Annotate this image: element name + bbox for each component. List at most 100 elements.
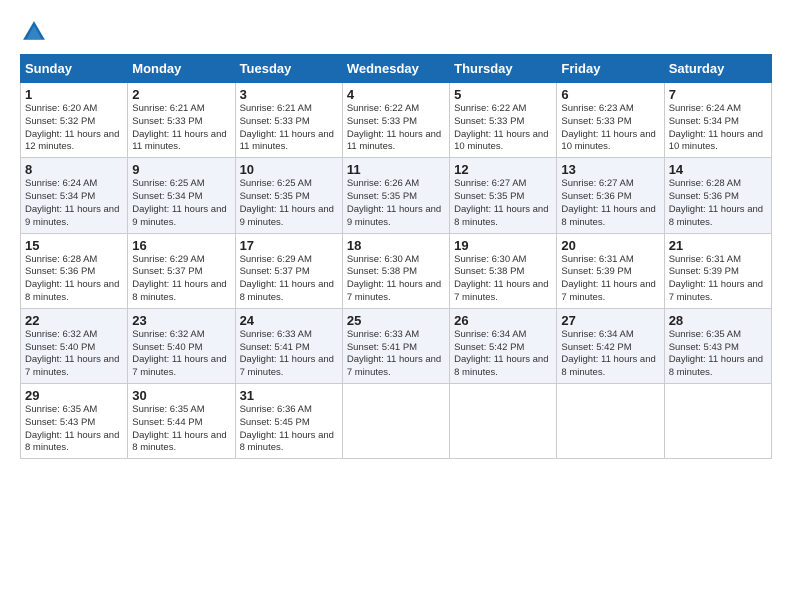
day-info: Sunrise: 6:22 AM Sunset: 5:33 PM Dayligh… [454, 103, 552, 154]
page: SundayMondayTuesdayWednesdayThursdayFrid… [0, 0, 792, 612]
header-friday: Friday [557, 55, 664, 83]
day-info: Sunrise: 6:33 AM Sunset: 5:41 PM Dayligh… [240, 329, 338, 380]
day-number: 28 [669, 313, 767, 328]
header-wednesday: Wednesday [342, 55, 449, 83]
day-cell: 15 Sunrise: 6:28 AM Sunset: 5:36 PM Dayl… [21, 233, 128, 308]
day-info: Sunrise: 6:21 AM Sunset: 5:33 PM Dayligh… [240, 103, 338, 154]
day-cell: 5 Sunrise: 6:22 AM Sunset: 5:33 PM Dayli… [450, 83, 557, 158]
week-row-4: 22 Sunrise: 6:32 AM Sunset: 5:40 PM Dayl… [21, 308, 772, 383]
day-cell: 3 Sunrise: 6:21 AM Sunset: 5:33 PM Dayli… [235, 83, 342, 158]
day-info: Sunrise: 6:34 AM Sunset: 5:42 PM Dayligh… [561, 329, 659, 380]
day-info: Sunrise: 6:35 AM Sunset: 5:43 PM Dayligh… [25, 404, 123, 455]
day-number: 25 [347, 313, 445, 328]
day-number: 26 [454, 313, 552, 328]
day-info: Sunrise: 6:35 AM Sunset: 5:43 PM Dayligh… [669, 329, 767, 380]
day-info: Sunrise: 6:21 AM Sunset: 5:33 PM Dayligh… [132, 103, 230, 154]
day-number: 8 [25, 162, 123, 177]
day-number: 4 [347, 87, 445, 102]
day-cell [557, 384, 664, 459]
day-number: 11 [347, 162, 445, 177]
day-cell: 30 Sunrise: 6:35 AM Sunset: 5:44 PM Dayl… [128, 384, 235, 459]
week-row-2: 8 Sunrise: 6:24 AM Sunset: 5:34 PM Dayli… [21, 158, 772, 233]
day-cell: 14 Sunrise: 6:28 AM Sunset: 5:36 PM Dayl… [664, 158, 771, 233]
day-info: Sunrise: 6:35 AM Sunset: 5:44 PM Dayligh… [132, 404, 230, 455]
day-number: 19 [454, 238, 552, 253]
day-info: Sunrise: 6:32 AM Sunset: 5:40 PM Dayligh… [132, 329, 230, 380]
day-number: 31 [240, 388, 338, 403]
day-info: Sunrise: 6:29 AM Sunset: 5:37 PM Dayligh… [132, 254, 230, 305]
day-info: Sunrise: 6:25 AM Sunset: 5:35 PM Dayligh… [240, 178, 338, 229]
header-tuesday: Tuesday [235, 55, 342, 83]
day-info: Sunrise: 6:34 AM Sunset: 5:42 PM Dayligh… [454, 329, 552, 380]
day-cell: 6 Sunrise: 6:23 AM Sunset: 5:33 PM Dayli… [557, 83, 664, 158]
day-info: Sunrise: 6:28 AM Sunset: 5:36 PM Dayligh… [25, 254, 123, 305]
day-cell: 7 Sunrise: 6:24 AM Sunset: 5:34 PM Dayli… [664, 83, 771, 158]
day-info: Sunrise: 6:20 AM Sunset: 5:32 PM Dayligh… [25, 103, 123, 154]
week-row-1: 1 Sunrise: 6:20 AM Sunset: 5:32 PM Dayli… [21, 83, 772, 158]
header-monday: Monday [128, 55, 235, 83]
day-info: Sunrise: 6:28 AM Sunset: 5:36 PM Dayligh… [669, 178, 767, 229]
day-number: 24 [240, 313, 338, 328]
day-info: Sunrise: 6:27 AM Sunset: 5:36 PM Dayligh… [561, 178, 659, 229]
day-number: 23 [132, 313, 230, 328]
day-number: 17 [240, 238, 338, 253]
day-cell: 21 Sunrise: 6:31 AM Sunset: 5:39 PM Dayl… [664, 233, 771, 308]
day-number: 9 [132, 162, 230, 177]
day-cell: 1 Sunrise: 6:20 AM Sunset: 5:32 PM Dayli… [21, 83, 128, 158]
day-info: Sunrise: 6:30 AM Sunset: 5:38 PM Dayligh… [347, 254, 445, 305]
day-cell: 9 Sunrise: 6:25 AM Sunset: 5:34 PM Dayli… [128, 158, 235, 233]
header-sunday: Sunday [21, 55, 128, 83]
day-cell: 17 Sunrise: 6:29 AM Sunset: 5:37 PM Dayl… [235, 233, 342, 308]
day-number: 14 [669, 162, 767, 177]
day-info: Sunrise: 6:26 AM Sunset: 5:35 PM Dayligh… [347, 178, 445, 229]
day-number: 30 [132, 388, 230, 403]
logo [20, 18, 54, 46]
day-cell: 4 Sunrise: 6:22 AM Sunset: 5:33 PM Dayli… [342, 83, 449, 158]
day-number: 1 [25, 87, 123, 102]
day-number: 16 [132, 238, 230, 253]
header-row: SundayMondayTuesdayWednesdayThursdayFrid… [21, 55, 772, 83]
day-number: 15 [25, 238, 123, 253]
day-cell [342, 384, 449, 459]
day-number: 13 [561, 162, 659, 177]
day-info: Sunrise: 6:25 AM Sunset: 5:34 PM Dayligh… [132, 178, 230, 229]
day-number: 29 [25, 388, 123, 403]
day-cell: 13 Sunrise: 6:27 AM Sunset: 5:36 PM Dayl… [557, 158, 664, 233]
day-number: 20 [561, 238, 659, 253]
day-info: Sunrise: 6:29 AM Sunset: 5:37 PM Dayligh… [240, 254, 338, 305]
day-number: 6 [561, 87, 659, 102]
header-thursday: Thursday [450, 55, 557, 83]
day-info: Sunrise: 6:31 AM Sunset: 5:39 PM Dayligh… [561, 254, 659, 305]
header-saturday: Saturday [664, 55, 771, 83]
day-number: 18 [347, 238, 445, 253]
day-cell: 25 Sunrise: 6:33 AM Sunset: 5:41 PM Dayl… [342, 308, 449, 383]
day-cell: 8 Sunrise: 6:24 AM Sunset: 5:34 PM Dayli… [21, 158, 128, 233]
day-cell: 29 Sunrise: 6:35 AM Sunset: 5:43 PM Dayl… [21, 384, 128, 459]
calendar-table: SundayMondayTuesdayWednesdayThursdayFrid… [20, 54, 772, 459]
day-cell: 23 Sunrise: 6:32 AM Sunset: 5:40 PM Dayl… [128, 308, 235, 383]
day-cell: 27 Sunrise: 6:34 AM Sunset: 5:42 PM Dayl… [557, 308, 664, 383]
day-cell: 28 Sunrise: 6:35 AM Sunset: 5:43 PM Dayl… [664, 308, 771, 383]
logo-icon [20, 18, 48, 46]
header [20, 18, 772, 46]
day-number: 12 [454, 162, 552, 177]
day-info: Sunrise: 6:33 AM Sunset: 5:41 PM Dayligh… [347, 329, 445, 380]
day-info: Sunrise: 6:23 AM Sunset: 5:33 PM Dayligh… [561, 103, 659, 154]
day-cell: 20 Sunrise: 6:31 AM Sunset: 5:39 PM Dayl… [557, 233, 664, 308]
day-cell: 24 Sunrise: 6:33 AM Sunset: 5:41 PM Dayl… [235, 308, 342, 383]
day-cell: 16 Sunrise: 6:29 AM Sunset: 5:37 PM Dayl… [128, 233, 235, 308]
day-info: Sunrise: 6:22 AM Sunset: 5:33 PM Dayligh… [347, 103, 445, 154]
day-cell: 19 Sunrise: 6:30 AM Sunset: 5:38 PM Dayl… [450, 233, 557, 308]
day-info: Sunrise: 6:30 AM Sunset: 5:38 PM Dayligh… [454, 254, 552, 305]
day-number: 22 [25, 313, 123, 328]
day-number: 27 [561, 313, 659, 328]
week-row-5: 29 Sunrise: 6:35 AM Sunset: 5:43 PM Dayl… [21, 384, 772, 459]
day-cell: 11 Sunrise: 6:26 AM Sunset: 5:35 PM Dayl… [342, 158, 449, 233]
day-number: 3 [240, 87, 338, 102]
day-number: 5 [454, 87, 552, 102]
day-cell: 10 Sunrise: 6:25 AM Sunset: 5:35 PM Dayl… [235, 158, 342, 233]
day-cell: 18 Sunrise: 6:30 AM Sunset: 5:38 PM Dayl… [342, 233, 449, 308]
day-cell: 2 Sunrise: 6:21 AM Sunset: 5:33 PM Dayli… [128, 83, 235, 158]
week-row-3: 15 Sunrise: 6:28 AM Sunset: 5:36 PM Dayl… [21, 233, 772, 308]
day-number: 21 [669, 238, 767, 253]
